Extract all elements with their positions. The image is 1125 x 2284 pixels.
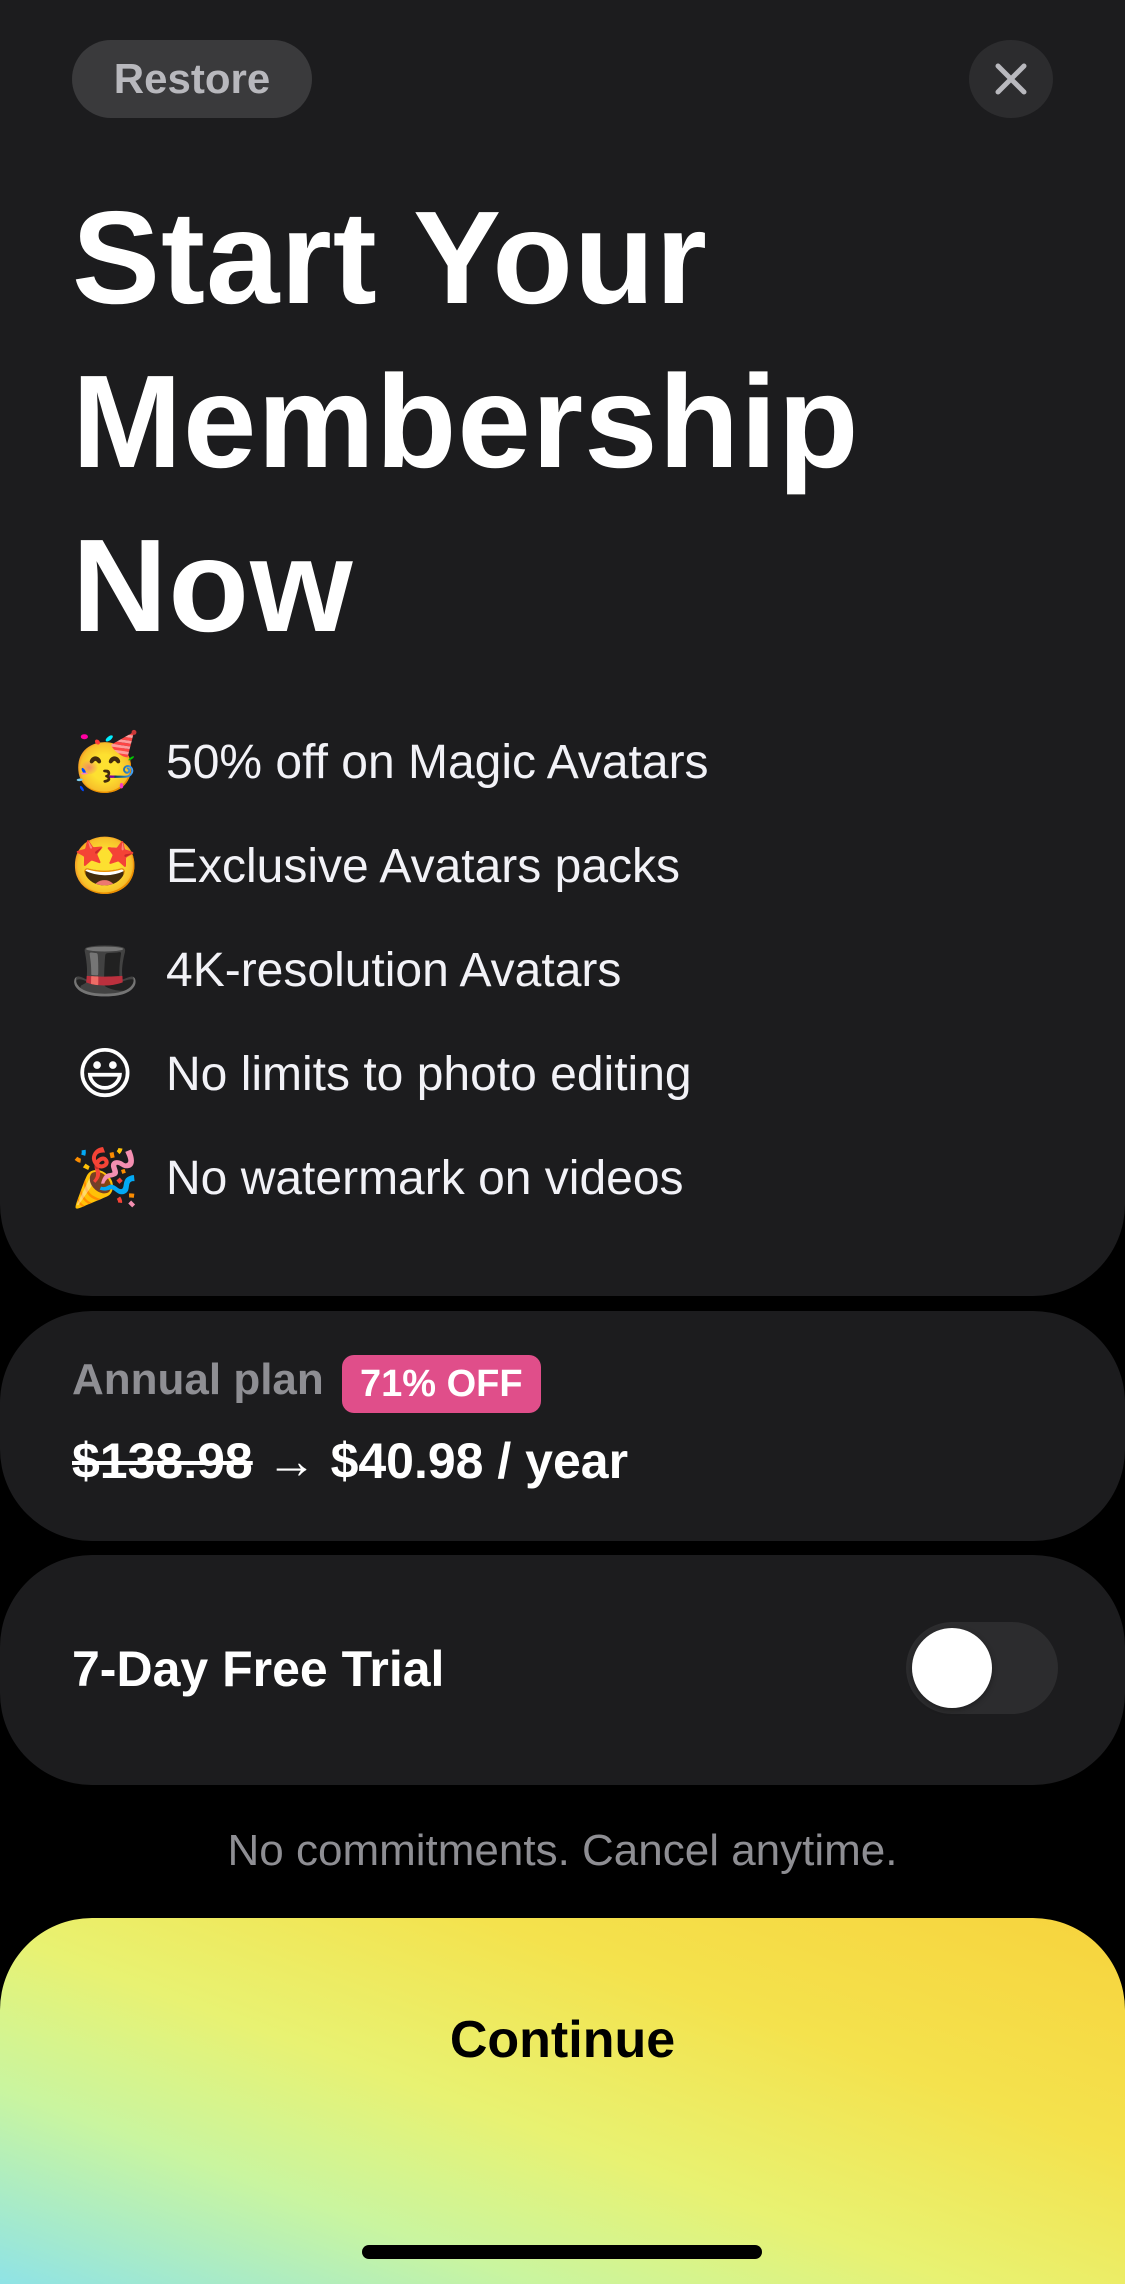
feature-item: 🤩 Exclusive Avatars packs: [70, 814, 1052, 918]
headline-line-3: Now: [72, 512, 354, 659]
feature-label: No watermark on videos: [166, 1151, 684, 1205]
partying-face-icon: 🥳: [70, 730, 140, 793]
restore-button[interactable]: Restore: [72, 40, 312, 118]
feature-list: 🥳 50% off on Magic Avatars 🤩 Exclusive A…: [70, 710, 1052, 1230]
feature-label: 50% off on Magic Avatars: [166, 735, 709, 789]
continue-button-label[interactable]: Continue: [0, 2010, 1125, 2070]
new-price: $40.98 / year: [330, 1433, 629, 1489]
discount-badge: 71% OFF: [342, 1355, 541, 1413]
plan-price: $138.98 → $40.98 / year: [72, 1432, 628, 1490]
feature-item: 🎩 4K-resolution Avatars: [70, 918, 1052, 1022]
close-button[interactable]: [969, 40, 1053, 118]
free-trial-toggle[interactable]: [906, 1622, 1058, 1714]
old-price: $138.98: [72, 1433, 253, 1489]
feature-item: 😃 No limits to photo editing: [72, 1022, 1052, 1126]
disclaimer-text: No commitments. Cancel anytime.: [227, 1826, 898, 1875]
headline-line-1: Start Your: [72, 184, 708, 331]
home-indicator: [362, 2245, 762, 2259]
feature-item: 🎉 No watermark on videos: [70, 1126, 1052, 1230]
arrow-icon: →: [266, 1433, 317, 1489]
page-title: Start Your Membership Now: [72, 176, 1052, 668]
star-struck-icon: 🤩: [70, 834, 140, 897]
toggle-knob: [912, 1628, 992, 1708]
top-hat-icon: 🎩: [70, 938, 140, 1001]
close-icon: [995, 63, 1027, 95]
feature-label: 4K-resolution Avatars: [166, 943, 622, 997]
feature-item: 🥳 50% off on Magic Avatars: [70, 710, 1052, 814]
party-popper-icon: 🎉: [70, 1146, 140, 1209]
feature-label: Exclusive Avatars packs: [166, 839, 681, 893]
plan-name: Annual plan: [72, 1355, 324, 1404]
annual-plan-card[interactable]: [0, 1311, 1125, 1541]
free-trial-label: 7-Day Free Trial: [72, 1641, 445, 1697]
feature-label: No limits to photo editing: [166, 1047, 692, 1101]
continue-button[interactable]: [0, 1918, 1125, 2284]
grinning-face-icon: 😃: [75, 1042, 135, 1105]
headline-line-2: Membership: [72, 348, 860, 495]
